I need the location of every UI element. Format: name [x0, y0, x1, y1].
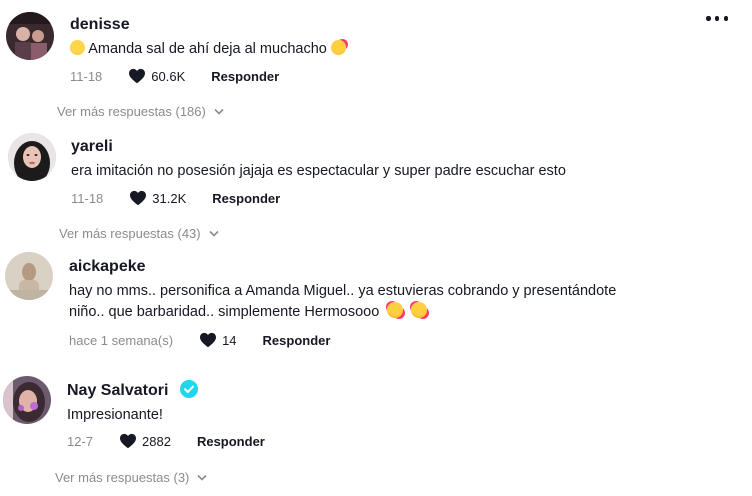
username[interactable]: yareli — [71, 138, 113, 156]
chevron-down-icon — [197, 474, 207, 481]
username[interactable]: Nay Salvatori — [67, 380, 198, 400]
reply-button[interactable]: Responder — [211, 69, 279, 84]
flushed-face-icon — [70, 40, 85, 55]
smiling-hearts-face-icon — [330, 40, 346, 55]
like-count: 2882 — [142, 433, 171, 449]
comment-text-line: niño.. que barbaridad.. simplemente Herm… — [69, 302, 616, 323]
comment-text-body: Amanda sal de ahí deja al muchacho — [88, 41, 327, 57]
view-more-replies[interactable]: Ver más respuestas (186) — [57, 104, 224, 119]
comment-date: 12-7 — [67, 433, 94, 449]
comment-meta: 11-18 60.6K Responder — [70, 68, 279, 84]
like-button[interactable]: 14 — [199, 332, 237, 348]
view-more-replies-label: Ver más respuestas (3) — [55, 470, 190, 485]
comment-date: 11-18 — [71, 190, 104, 206]
view-more-replies-label: Ver más respuestas (43) — [59, 226, 201, 241]
comment-meta: 11-18 31.2K Responder — [71, 190, 280, 206]
username[interactable]: aickapeke — [69, 258, 146, 276]
more-options-icon[interactable] — [706, 16, 728, 22]
avatar[interactable] — [3, 376, 51, 424]
like-count: 31.2K — [152, 190, 187, 206]
comment-meta: 12-7 2882 Responder — [67, 433, 265, 449]
like-button[interactable]: 60.6K — [128, 68, 185, 84]
comment-text: Impresionante! — [67, 407, 163, 423]
heart-icon — [120, 433, 137, 449]
comment-text-line: hay no mms.. personifica a Amanda Miguel… — [69, 283, 617, 299]
view-more-replies-label: Ver más respuestas (186) — [57, 104, 206, 119]
view-more-replies[interactable]: Ver más respuestas (43) — [59, 226, 219, 241]
like-button[interactable]: 31.2K — [129, 190, 186, 206]
chevron-down-icon — [209, 230, 219, 237]
smiling-hearts-face-icon — [411, 302, 428, 318]
view-more-replies[interactable]: Ver más respuestas (3) — [55, 470, 207, 485]
like-button[interactable]: 2882 — [119, 433, 171, 449]
heart-icon — [200, 332, 217, 348]
comment-date: hace 1 semana(s) — [69, 332, 174, 348]
avatar[interactable] — [6, 12, 54, 60]
reply-button[interactable]: Responder — [263, 333, 331, 348]
comment-text: hay no mms.. personifica a Amanda Miguel… — [69, 281, 616, 323]
username[interactable]: denisse — [70, 16, 130, 34]
avatar[interactable] — [5, 252, 53, 300]
reply-button[interactable]: Responder — [197, 434, 265, 449]
like-count: 14 — [222, 332, 237, 348]
username-text: Nay Salvatori — [67, 382, 169, 399]
reply-button[interactable]: Responder — [212, 191, 280, 206]
comment-text: Amanda sal de ahí deja al muchacho — [70, 39, 346, 60]
heart-icon — [130, 190, 147, 206]
comment-text: era imitación no posesión jajaja es espe… — [71, 163, 566, 179]
smiling-hearts-face-icon — [387, 302, 404, 318]
avatar[interactable] — [8, 133, 56, 181]
comment-date: 11-18 — [70, 68, 103, 84]
comment-meta: hace 1 semana(s) 14 Responder — [69, 332, 330, 348]
chevron-down-icon — [214, 108, 224, 115]
comment-text-body: niño.. que barbaridad.. simplemente Herm… — [69, 304, 380, 320]
like-count: 60.6K — [151, 68, 186, 84]
heart-icon — [129, 68, 146, 84]
verified-badge-icon — [179, 380, 198, 398]
